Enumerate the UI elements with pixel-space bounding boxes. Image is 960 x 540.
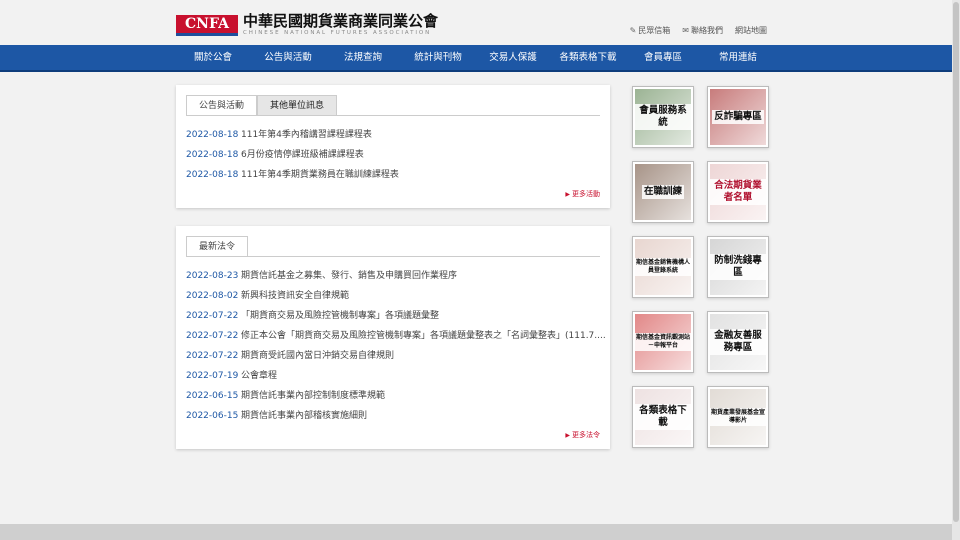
nav-announcements[interactable]: 公告與活動 xyxy=(248,45,328,70)
logo-mark: CNFA xyxy=(176,14,238,36)
list-item[interactable]: 2022-07-22 修正本公會「期貨商交易及風險控管機制專案」各項議題彙整表之「… xyxy=(186,326,606,346)
list-item[interactable]: 2022-08-18 6月份疫情停課班級補課課程表 xyxy=(186,145,399,165)
regulations-panel: 最新法令 2022-08-23 期貨信託基金之募集、發行、銷售及申購買回作業程序 … xyxy=(176,226,610,449)
nav-links[interactable]: 常用連結 xyxy=(698,45,778,70)
tile-training[interactable]: 在職訓練 xyxy=(632,161,694,223)
list-item[interactable]: 2022-07-22 期貨商受託國內當日沖銷交易自律規則 xyxy=(186,346,606,366)
tile-financial-friendly[interactable]: 金融友善服務專區 xyxy=(707,311,769,373)
tile-development-fund-video[interactable]: 期貨產業發展基金宣導影片 xyxy=(707,386,769,448)
util-link-contact[interactable]: ✉ 聯絡我們 xyxy=(682,25,723,36)
more-activities-link[interactable]: ▶ 更多活動 xyxy=(565,189,600,199)
scrollbar-thumb[interactable] xyxy=(953,2,959,522)
tile-member-service[interactable]: 會員服務系統 xyxy=(632,86,694,148)
page-footer xyxy=(0,524,952,540)
list-item[interactable]: 2022-08-18 111年第4季期貨業務員在職訓練課程表 xyxy=(186,165,399,185)
site-logo[interactable]: CNFA 中華民國期貨業商業同業公會 CHINESE NATIONAL FUTU… xyxy=(176,13,438,37)
nav-about[interactable]: 關於公會 xyxy=(173,45,253,70)
tab-divider xyxy=(186,256,600,257)
tile-fund-sales-registration[interactable]: 期信基金銷售機構人員登錄系統 xyxy=(632,236,694,298)
tile-fund-info-platform[interactable]: 期信基金資訊觀測站－申報平台 xyxy=(632,311,694,373)
mailbox-icon: ✎ xyxy=(629,26,637,35)
triangle-right-icon: ▶ xyxy=(565,191,570,198)
announcements-panel: 公告與活動 其他單位訊息 2022-08-18 111年第4季內稽講習課程課程表 … xyxy=(176,85,610,208)
tile-anti-fraud[interactable]: 反詐騙專區 xyxy=(707,86,769,148)
tab-latest-regulations[interactable]: 最新法令 xyxy=(186,236,249,257)
nav-investor-protection[interactable]: 交易人保護 xyxy=(473,45,553,70)
tab-other-units[interactable]: 其他單位訊息 xyxy=(257,95,338,116)
util-link-sitemap[interactable]: 網站地圖 xyxy=(735,25,767,36)
list-item[interactable]: 2022-06-15 期貨信託事業內部控制制度標準規範 xyxy=(186,386,606,406)
tab-divider xyxy=(186,115,600,116)
envelope-icon: ✉ xyxy=(682,26,689,35)
nav-regulations[interactable]: 法規查詢 xyxy=(323,45,403,70)
org-name-en: CHINESE NATIONAL FUTURES ASSOCIATION xyxy=(243,30,432,36)
triangle-right-icon: ▶ xyxy=(565,432,570,439)
nav-forms-download[interactable]: 各類表格下載 xyxy=(548,45,628,70)
tile-legal-dealers[interactable]: 合法期貨業者名單 xyxy=(707,161,769,223)
list-item[interactable]: 2022-08-23 期貨信託基金之募集、發行、銷售及申購買回作業程序 xyxy=(186,266,606,286)
util-link-mailbox[interactable]: ✎ 民眾信箱 xyxy=(630,25,671,36)
utility-links: ✎ 民眾信箱 ✉ 聯絡我們 網站地圖 xyxy=(630,25,767,36)
more-regulations-link[interactable]: ▶ 更多法令 xyxy=(565,430,600,440)
vertical-scrollbar[interactable] xyxy=(952,0,960,540)
list-item[interactable]: 2022-08-18 111年第4季內稽講習課程課程表 xyxy=(186,125,399,145)
list-item[interactable]: 2022-08-02 新興科技資訊安全自律規範 xyxy=(186,286,606,306)
nav-statistics[interactable]: 統計與刊物 xyxy=(398,45,478,70)
tile-forms-download[interactable]: 各類表格下載 xyxy=(632,386,694,448)
org-name-cn: 中華民國期貨業商業同業公會 xyxy=(243,12,439,30)
nav-members[interactable]: 會員專區 xyxy=(623,45,703,70)
list-item[interactable]: 2022-06-15 期貨信託事業內部稽核實施細則 xyxy=(186,406,606,426)
tab-announcements[interactable]: 公告與活動 xyxy=(186,95,258,116)
site-header: CNFA 中華民國期貨業商業同業公會 CHINESE NATIONAL FUTU… xyxy=(0,0,952,45)
list-item[interactable]: 2022-07-22 「期貨商交易及風險控管機制專案」各項議題彙整 xyxy=(186,306,606,326)
main-nav: 關於公會 公告與活動 法規查詢 統計與刊物 交易人保護 各類表格下載 會員專區 … xyxy=(0,45,952,72)
tile-anti-money-laundering[interactable]: 防制洗錢專區 xyxy=(707,236,769,298)
list-item[interactable]: 2022-07-19 公會章程 xyxy=(186,366,606,386)
